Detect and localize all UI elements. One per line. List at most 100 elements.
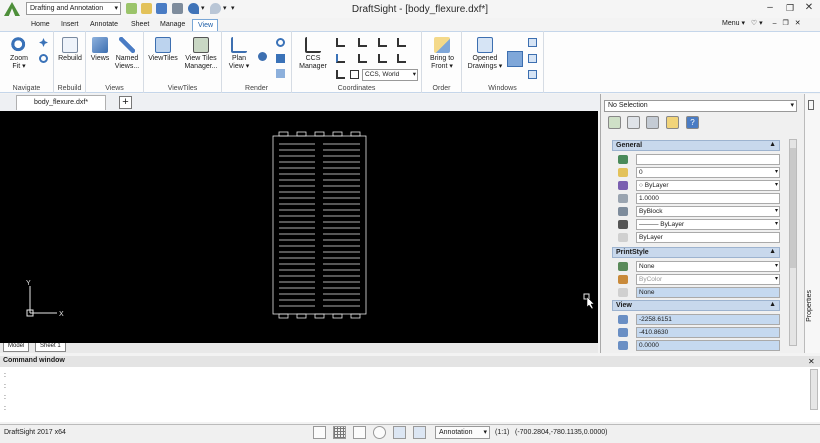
drawing-canvas[interactable]: Y X — [0, 111, 598, 343]
visual-style-icon[interactable] — [276, 69, 285, 78]
chevron-down-icon[interactable]: ▾ — [223, 4, 227, 12]
properties-scrollbar[interactable] — [789, 139, 797, 346]
command-scrollbar[interactable] — [810, 369, 818, 410]
undo-icon[interactable] — [188, 3, 199, 14]
help-dropdown-icon[interactable]: ▾ — [759, 20, 763, 27]
rebuild-button[interactable]: Rebuild — [57, 37, 83, 63]
save-icon[interactable] — [156, 3, 167, 14]
property-field[interactable] — [636, 154, 780, 165]
ccs-object-icon[interactable] — [378, 54, 387, 63]
tab-insert[interactable]: Insert — [56, 19, 84, 31]
palette-icon[interactable] — [666, 116, 679, 129]
property-field[interactable]: ByLayer — [636, 232, 780, 243]
annotation-scale-select[interactable]: Annotation ▾ — [435, 426, 490, 439]
tab-manage[interactable]: Manage — [155, 19, 190, 31]
tab-sheet[interactable]: Sheet — [126, 19, 154, 31]
property-select[interactable]: None ▾ — [636, 261, 780, 272]
properties-side-tab[interactable]: Properties — [806, 290, 813, 322]
ccs-origin-icon[interactable] — [358, 38, 367, 47]
ccs-icon[interactable] — [336, 38, 345, 47]
tile-horizontal-icon[interactable] — [528, 54, 537, 63]
ccs-z-icon[interactable] — [336, 54, 345, 63]
render-icon[interactable] — [258, 52, 267, 61]
select-all-icon[interactable] — [608, 116, 621, 129]
layout-tab-sheet1[interactable]: Sheet 1 — [35, 343, 66, 352]
section-header-printstyle[interactable]: PrintStyle ▲ — [612, 247, 780, 258]
section-header-general[interactable]: General ▲ — [612, 140, 780, 151]
help-icon[interactable]: ♡ — [751, 20, 757, 27]
ccs-view-icon[interactable] — [358, 54, 367, 63]
close-icon[interactable]: ✕ — [808, 357, 815, 366]
etrack-icon[interactable] — [413, 426, 426, 439]
property-select[interactable]: ○ ByLayer ▾ — [636, 180, 780, 191]
ccs-world-icon[interactable] — [350, 70, 359, 79]
property-select[interactable]: ByColor ▾ — [636, 274, 780, 285]
named-views-button[interactable]: Named Views... — [113, 37, 141, 71]
section-header-view[interactable]: View ▲ — [612, 300, 780, 311]
open-file-icon[interactable] — [141, 3, 152, 14]
views-button[interactable]: Views — [89, 37, 111, 63]
property-select[interactable]: ByBlock ▾ — [636, 206, 780, 217]
ccs-manager-button[interactable]: CCS Manager — [296, 37, 330, 71]
property-select[interactable]: ——— ByLayer ▾ — [636, 219, 780, 230]
scrollbar-thumb[interactable] — [790, 148, 796, 268]
ccs-previous-icon[interactable] — [336, 70, 345, 79]
collapse-icon[interactable]: ▲ — [769, 248, 776, 255]
selection-filter-select[interactable]: No Selection ▾ — [604, 100, 797, 112]
ccs-select[interactable]: CCS, World ▾ — [362, 69, 418, 81]
zoom-window-icon[interactable] — [39, 54, 48, 63]
polar-icon[interactable] — [373, 426, 386, 439]
ccs-x-icon[interactable] — [378, 38, 387, 47]
document-tab[interactable]: body_flexure.dxf* — [16, 95, 106, 110]
chevron-down-icon[interactable]: ▾ — [201, 4, 205, 12]
layout-tab-model[interactable]: Model — [3, 343, 30, 352]
tab-annotate[interactable]: Annotate — [85, 19, 123, 31]
restore-icon[interactable]: ❐ — [784, 2, 796, 14]
tab-view[interactable]: View — [192, 19, 218, 31]
cascade-icon[interactable] — [528, 38, 537, 47]
plan-view-button[interactable]: Plan View ▾ — [226, 37, 252, 71]
ribbon-restore-icon[interactable]: ❐ — [782, 20, 788, 27]
tile-windows-icon[interactable] — [507, 51, 523, 67]
snap-icon[interactable] — [313, 426, 326, 439]
property-icon — [618, 288, 628, 297]
close-document-icon[interactable]: ✕ — [795, 20, 801, 27]
close-icon[interactable]: ✕ — [803, 2, 815, 14]
toggle-pickadd-icon[interactable] — [646, 116, 659, 129]
collapse-icon[interactable]: ▲ — [769, 141, 776, 148]
property-field[interactable]: None — [636, 287, 780, 298]
grid-icon[interactable] — [333, 426, 346, 439]
minimize-icon[interactable]: – — [764, 2, 776, 14]
quick-select-icon[interactable] — [627, 116, 640, 129]
help-icon[interactable]: ? — [686, 116, 699, 129]
ccs-y-icon[interactable] — [397, 38, 406, 47]
esnap-icon[interactable] — [393, 426, 406, 439]
viewtiles-manager-button[interactable]: View Tiles Manager... — [182, 37, 220, 71]
tile-vertical-icon[interactable] — [528, 70, 537, 79]
property-field[interactable]: 1.0000 — [636, 193, 780, 204]
regen-icon[interactable] — [276, 38, 285, 47]
opened-drawings-button[interactable]: Opened Drawings ▾ — [466, 37, 504, 71]
shade-icon[interactable] — [276, 54, 285, 63]
collapse-icon[interactable]: ▲ — [769, 301, 776, 308]
print-icon[interactable] — [172, 3, 183, 14]
pin-icon[interactable] — [808, 100, 814, 110]
ccs-face-icon[interactable] — [397, 54, 406, 63]
menu-button[interactable]: Menu ▾ ♡ ▾ – ❐ ✕ — [722, 19, 801, 27]
property-field[interactable]: -2258.6151 — [636, 314, 780, 325]
redo-icon[interactable] — [210, 3, 221, 14]
property-field[interactable]: -410.8630 — [636, 327, 780, 338]
workspace-select[interactable]: Drafting and Annotation ▾ — [26, 2, 121, 15]
new-file-icon[interactable] — [126, 3, 137, 14]
chevron-down-icon: ▾ — [774, 208, 778, 214]
property-select[interactable]: 0 ▾ — [636, 167, 780, 178]
ribbon-minimize-icon[interactable]: – — [773, 20, 777, 27]
property-field[interactable]: 0.0000 — [636, 340, 780, 351]
viewtiles-button[interactable]: ViewTiles — [147, 37, 179, 63]
bring-to-front-button[interactable]: Bring to Front ▾ — [425, 37, 459, 71]
customize-toolbar-icon[interactable]: ▾ — [231, 4, 235, 12]
tab-home[interactable]: Home — [26, 19, 55, 31]
zoom-fit-button[interactable]: Zoom Fit ▾ — [6, 37, 32, 71]
new-tab-plus-icon[interactable]: + — [119, 96, 132, 109]
ortho-icon[interactable] — [353, 426, 366, 439]
